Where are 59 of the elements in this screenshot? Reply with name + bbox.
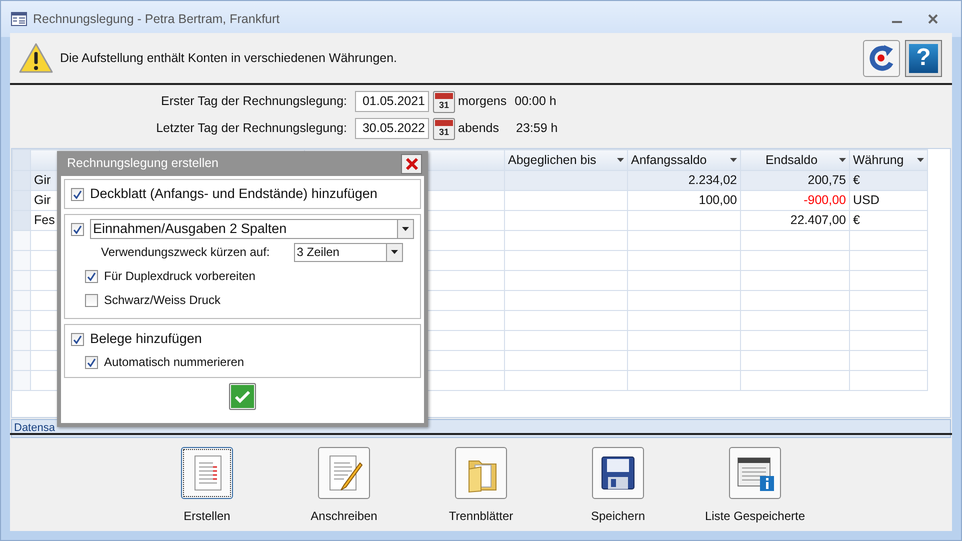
dropdown-arrow-icon xyxy=(917,158,924,162)
refresh-button[interactable] xyxy=(863,40,900,76)
option-label: Schwarz/Weiss Druck xyxy=(104,292,220,309)
toolbar-button[interactable]: Anschreiben xyxy=(276,447,412,531)
date-label: Erster Tag der Rechnungslegung: xyxy=(160,93,348,110)
dropdown-arrow-icon xyxy=(839,158,846,162)
checkbox[interactable] xyxy=(85,294,98,306)
dropdown-arrow-icon xyxy=(730,158,737,162)
checkbox[interactable] xyxy=(71,222,84,236)
layout-select[interactable]: Einnahmen/Ausgaben 2 Spalten xyxy=(90,219,414,239)
table-cell: USD xyxy=(850,190,928,210)
table-cell: 100,00 xyxy=(628,190,740,210)
time-label: 00:00 h xyxy=(514,93,556,110)
ok-button[interactable] xyxy=(229,383,256,410)
close-icon xyxy=(404,156,418,170)
dropdown-arrow-icon xyxy=(402,227,409,231)
column-header[interactable]: Anfangssaldo xyxy=(628,150,740,170)
checkbox[interactable] xyxy=(71,332,84,346)
table-cell: 22.407,00 xyxy=(740,210,850,230)
option-label: Automatisch nummerieren xyxy=(104,354,244,371)
option-label: Belege hinzufügen xyxy=(90,330,202,348)
daytime-label: abends xyxy=(458,120,500,138)
form-icon xyxy=(11,12,27,26)
table-cell: 200,75 xyxy=(740,170,850,190)
calendar-button[interactable]: 31 xyxy=(433,90,455,112)
warning-message: Die Aufstellung enthält Konten in verschiedenen Währungen. xyxy=(60,50,398,67)
help-button[interactable]: ? xyxy=(906,40,941,76)
minimize-icon xyxy=(892,21,902,23)
checkbox[interactable] xyxy=(85,270,98,282)
lines-select[interactable]: 3 Zeilen xyxy=(294,242,403,262)
option-label: Für Duplexdruck vorbereiten xyxy=(104,268,256,285)
column-header[interactable]: Endsaldo xyxy=(740,150,850,170)
toolbar-button[interactable]: Liste Gespeicherte xyxy=(686,447,824,531)
date-field[interactable]: 30.05.2022 xyxy=(355,118,429,139)
date-field[interactable]: 01.05.2021 xyxy=(355,91,429,112)
toolbar-button[interactable]: Trennblätter xyxy=(412,447,550,531)
time-label: 23:59 h xyxy=(516,120,558,138)
checkbox[interactable] xyxy=(85,356,98,368)
dropdown-arrow-icon xyxy=(617,158,624,162)
table-cell: € xyxy=(850,170,928,190)
column-header[interactable]: Währung xyxy=(850,150,928,170)
warning-icon xyxy=(18,42,54,74)
date-label: Letzter Tag der Rechnungslegung: xyxy=(155,120,348,138)
toolbar-button[interactable]: Speichern xyxy=(550,447,686,531)
daytime-label: morgens xyxy=(458,93,507,110)
dialog-title: Rechnungslegung erstellen xyxy=(67,155,218,172)
toolbar-button[interactable]: Erstellen xyxy=(138,447,276,531)
checkbox[interactable] xyxy=(71,188,84,200)
table-cell: € xyxy=(850,210,928,230)
dialog-close-button[interactable] xyxy=(401,154,422,174)
calendar-button[interactable]: 31 xyxy=(433,118,455,140)
close-icon xyxy=(928,14,938,24)
window-title: Rechnungslegung - Petra Bertram, Frankfurt xyxy=(33,10,280,28)
table-cell: 2.234,02 xyxy=(628,170,740,190)
option-label: Verwendungszweck kürzen auf: xyxy=(101,244,270,261)
checkmark-icon xyxy=(231,385,254,408)
table-cell: -900,00 xyxy=(740,190,850,210)
column-header[interactable]: Abgeglichen bis xyxy=(504,150,628,170)
dropdown-arrow-icon xyxy=(390,250,398,254)
